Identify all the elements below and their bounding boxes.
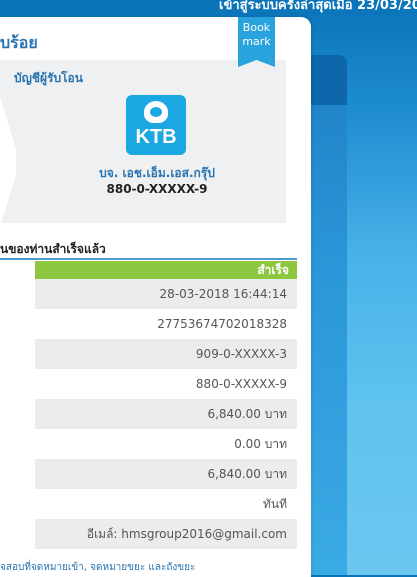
last-login-banner: เข้าสู่ระบบครั้งล่าสุดเมื่อ 23/03/2018 xyxy=(219,0,417,13)
transfer-result-card: บร้อย บัญชีผู้รับโอน KTB บจ. เอช.เอ็ม.เอ… xyxy=(0,17,311,577)
ktb-emblem-icon xyxy=(144,101,168,123)
table-row: 6,840.00 บาท xyxy=(35,459,297,489)
table-row: 27753674702018328 xyxy=(35,309,297,339)
table-row: 28-03-2018 16:44:14 xyxy=(35,279,297,309)
bookmark-button[interactable]: Book mark xyxy=(238,17,275,67)
recipient-label: บัญชีผู้รับโอน xyxy=(14,71,83,85)
bookmark-label-line2: mark xyxy=(242,35,271,48)
recipient-account-number: 880-0-XXXXX-9 xyxy=(106,182,208,196)
result-rows: 28-03-2018 16:44:14 27753674702018328 90… xyxy=(35,279,297,549)
divider xyxy=(0,258,297,260)
bookmark-label-line1: Book xyxy=(242,21,271,34)
bank-logo-text: KTB xyxy=(135,126,177,148)
table-row: 6,840.00 บาท xyxy=(35,399,297,429)
status-badge: สำเร็จ xyxy=(35,261,297,279)
table-row: 909-0-XXXXX-3 xyxy=(35,339,297,369)
ktb-bank-logo: KTB xyxy=(126,95,186,155)
recipient-account-name: บจ. เอช.เอ็ม.เอส.กรุ๊ป xyxy=(99,166,215,180)
result-title: นของท่านสำเร็จแล้ว xyxy=(0,242,106,256)
side-panel xyxy=(310,55,347,575)
side-panel-header xyxy=(310,55,347,105)
table-row: อีเมล์: hmsgroup2016@gmail.com xyxy=(35,519,297,549)
table-row: ทันที xyxy=(35,489,297,519)
result-table: สำเร็จ 28-03-2018 16:44:14 2775367470201… xyxy=(35,261,297,549)
table-row: 0.00 บาท xyxy=(35,429,297,459)
email-check-note: จสอบที่จดหมายเข้า, จดหมายขยะ และถังขยะ xyxy=(0,562,196,573)
page-title: บร้อย xyxy=(0,33,38,52)
table-row: 880-0-XXXXX-9 xyxy=(35,369,297,399)
